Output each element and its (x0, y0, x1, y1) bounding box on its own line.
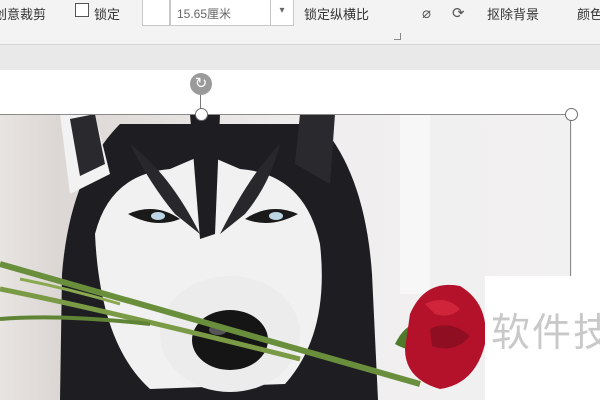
width-spinner[interactable]: ▾ (270, 0, 293, 25)
compress-icon[interactable]: ⌀ (422, 4, 431, 22)
lock-checkbox-label: 锁定 (94, 7, 121, 22)
width-input[interactable]: 15.65厘米 ▾ (170, 0, 294, 26)
dialog-launcher-icon[interactable] (394, 33, 401, 40)
watermark: 软件技 (485, 276, 600, 400)
color-button[interactable]: 颜色 (577, 4, 600, 23)
remove-background-button[interactable]: 抠除背景 (487, 4, 539, 23)
watermark-text: 软件技 (491, 312, 600, 355)
selection-border-top (0, 114, 571, 115)
resize-handle-top[interactable] (195, 108, 208, 121)
height-input[interactable] (142, 0, 170, 26)
resize-handle-top-right[interactable] (565, 108, 578, 121)
width-value: 15.65厘米 (177, 7, 232, 21)
reset-picture-icon[interactable]: ⟳ (452, 4, 465, 22)
lock-aspect-ratio-toggle[interactable]: 锁定纵横比 (304, 4, 369, 23)
rotate-handle-icon[interactable]: ↻ (190, 73, 212, 95)
lock-checkbox[interactable] (75, 3, 89, 17)
picture-tools-ribbon: 创意裁剪 锁定 15.65厘米 ▾ 锁定纵横比 ⌀ ⟳ 抠除背景 颜色 (0, 0, 600, 45)
creative-crop-button[interactable]: 创意裁剪 (0, 4, 46, 23)
